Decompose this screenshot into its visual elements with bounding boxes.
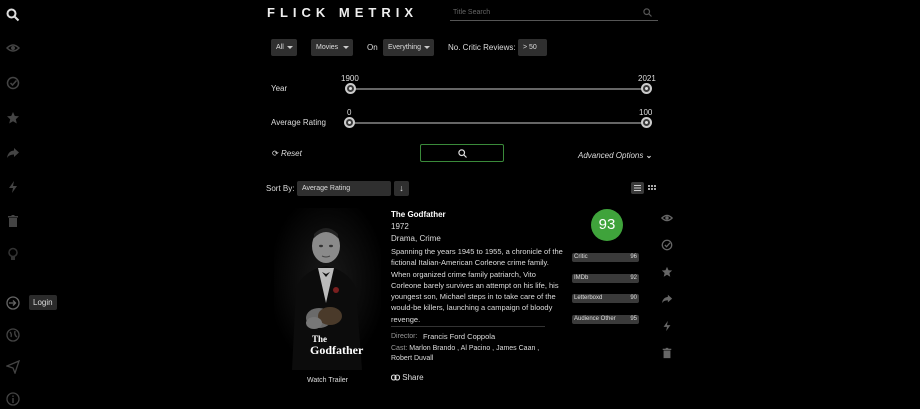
trash-icon[interactable] — [661, 347, 673, 359]
chevron-down-icon: ⌄ — [645, 151, 653, 160]
on-label: On — [367, 43, 378, 52]
chevron-down-icon — [287, 46, 293, 49]
overall-score-badge: 93 — [591, 209, 623, 241]
login-icon[interactable] — [6, 296, 20, 310]
year-slider-track[interactable] — [350, 88, 648, 90]
search-icon — [458, 149, 467, 158]
rating-min-handle[interactable] — [344, 117, 355, 128]
rating-max-value: 100 — [639, 108, 653, 117]
divider — [391, 326, 545, 327]
chevron-down-icon — [343, 46, 349, 49]
year-min-value: 1900 — [341, 74, 359, 83]
service-value: Everything — [388, 44, 422, 51]
title-search-input[interactable]: Title Search — [450, 6, 658, 21]
rating-bar-imdb: IMDb 92 — [572, 274, 639, 283]
cast-label: Cast: — [391, 345, 408, 352]
search-button[interactable] — [420, 144, 504, 162]
rating-min-value: 0 — [347, 108, 352, 117]
globe-icon[interactable] — [6, 328, 20, 342]
rating-name: Letterboxd — [574, 295, 603, 301]
eye-icon[interactable] — [661, 212, 673, 224]
chevron-down-icon — [424, 46, 430, 49]
search-icon[interactable] — [643, 8, 652, 17]
check-circle-icon[interactable] — [661, 239, 673, 251]
eye-icon[interactable] — [6, 41, 20, 55]
rating-slider-track[interactable] — [350, 122, 648, 124]
rating-value: 90 — [630, 295, 637, 301]
movie-genres: Drama, Crime — [391, 234, 441, 243]
movie-plot: Spanning the years 1945 to 1955, a chron… — [391, 247, 563, 324]
rating-name: Critic — [574, 254, 588, 260]
rating-value: 95 — [630, 316, 637, 322]
share-label: Share — [402, 373, 424, 382]
app-logo[interactable]: FLICK METRIX — [267, 5, 418, 20]
rating-bar-audience: Audience Other 95 — [572, 315, 639, 324]
list-view-button[interactable] — [631, 182, 644, 194]
type-select[interactable]: Movies — [311, 39, 353, 56]
share-arrow-icon[interactable] — [661, 293, 673, 305]
list-icon — [634, 185, 641, 191]
year-max-value: 2021 — [638, 74, 656, 83]
reset-label: Reset — [280, 149, 302, 158]
rating-name: Audience Other — [574, 316, 616, 322]
availability-value: All — [276, 44, 284, 51]
trash-icon[interactable] — [6, 214, 20, 228]
poster-title-line-2: Godfather — [310, 343, 364, 357]
availability-select[interactable]: All — [271, 39, 297, 56]
rating-name: IMDb — [574, 275, 589, 281]
reset-icon: ⟳ — [272, 149, 279, 158]
title-search-placeholder: Title Search — [453, 9, 491, 16]
grid-icon — [648, 185, 656, 190]
sort-select[interactable]: Average Rating — [297, 181, 391, 196]
year-label: Year — [271, 84, 288, 93]
cast-list: Cast: Marlon Brando , Al Pacino , James … — [391, 344, 541, 364]
director-label: Director: — [391, 333, 418, 340]
share-arrow-icon[interactable] — [6, 146, 20, 160]
grid-view-button[interactable] — [647, 182, 657, 194]
rating-value: 92 — [630, 275, 637, 281]
service-select[interactable]: Everything — [383, 39, 434, 56]
advanced-options-toggle[interactable]: Advanced Options ⌄ — [578, 151, 652, 160]
star-icon[interactable] — [6, 111, 20, 125]
send-icon[interactable] — [6, 360, 20, 374]
share-button[interactable]: Share — [391, 373, 424, 382]
critic-reviews-label: No. Critic Reviews: — [448, 43, 516, 52]
sort-direction-button[interactable]: ↓ — [394, 181, 409, 196]
rating-max-handle[interactable] — [641, 117, 652, 128]
login-tooltip: Login — [29, 295, 57, 310]
reset-button[interactable]: ⟳ Reset — [272, 149, 302, 158]
star-icon[interactable] — [661, 266, 673, 278]
year-max-handle[interactable] — [641, 83, 652, 94]
lightbulb-icon[interactable] — [6, 247, 20, 261]
movie-poster[interactable]: The Godfather — [274, 208, 381, 370]
advanced-options-label: Advanced Options — [578, 151, 644, 160]
rating-bar-letterboxd: Letterboxd 90 — [572, 294, 639, 303]
type-value: Movies — [316, 44, 339, 51]
year-min-handle[interactable] — [345, 83, 356, 94]
sort-label: Sort By: — [266, 184, 295, 193]
movie-year: 1972 — [391, 222, 409, 231]
info-icon[interactable] — [6, 392, 20, 406]
movie-title[interactable]: The Godfather — [391, 210, 446, 219]
lightning-icon[interactable] — [661, 320, 673, 332]
critic-reviews-input[interactable]: > 50 — [518, 39, 547, 56]
link-icon — [391, 374, 400, 381]
rating-label: Average Rating — [271, 118, 326, 127]
rating-value: 96 — [630, 254, 637, 260]
lightning-icon[interactable] — [6, 180, 20, 194]
search-icon[interactable] — [6, 8, 20, 22]
check-circle-icon[interactable] — [6, 76, 20, 90]
director-name[interactable]: Francis Ford Coppola — [423, 332, 495, 341]
watch-trailer-link[interactable]: Watch Trailer — [307, 377, 348, 384]
cast-names[interactable]: Marlon Brando , Al Pacino , James Caan ,… — [391, 345, 539, 362]
left-sidebar — [0, 0, 26, 409]
rating-bar-critic: Critic 96 — [572, 253, 639, 262]
